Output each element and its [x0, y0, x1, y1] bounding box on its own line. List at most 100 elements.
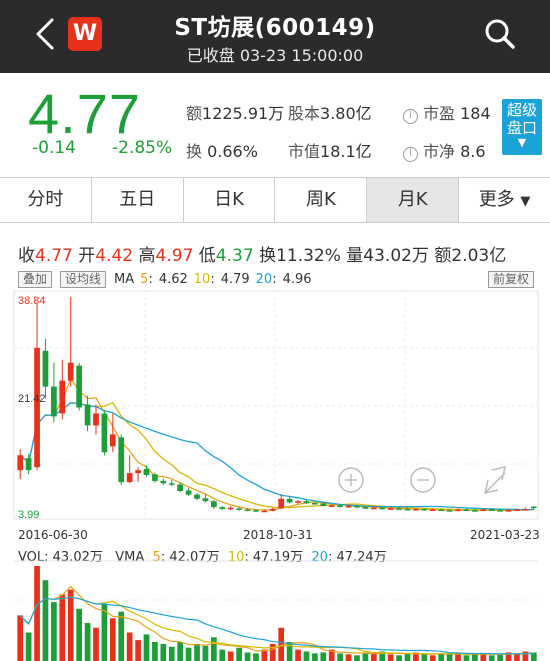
- tab-daily-k[interactable]: 日K: [184, 178, 276, 222]
- volume-bar: [76, 608, 83, 661]
- candle-body: [404, 508, 411, 511]
- volume-bar: [345, 654, 352, 661]
- candle-body: [126, 473, 133, 483]
- candle-body: [160, 480, 167, 484]
- candle-body: [312, 502, 318, 505]
- adjust-mode-button[interactable]: 前复权: [488, 271, 535, 288]
- candle: [227, 505, 234, 511]
- candle-body: [530, 506, 537, 509]
- volume-bar: [84, 623, 91, 661]
- volume-bar: [463, 655, 470, 661]
- candle-body: [429, 509, 436, 512]
- volume-bar: [244, 652, 251, 661]
- volume-bar: [118, 611, 125, 661]
- volume-bar: [471, 654, 478, 661]
- candle: [118, 434, 125, 486]
- candle-body: [185, 490, 192, 495]
- volume-bar: [126, 632, 133, 661]
- y-min-label: 3.99: [18, 509, 39, 521]
- candle-body: [84, 404, 91, 426]
- volume-bar: [320, 652, 327, 661]
- volume-bar: [387, 654, 394, 661]
- candle-body: [67, 362, 74, 381]
- pb-stat[interactable]: i 市净 8.6: [403, 138, 486, 162]
- candle-body: [379, 507, 386, 510]
- info-icon: i: [403, 109, 418, 124]
- candle-body: [34, 347, 40, 468]
- zoom-out-icon[interactable]: [410, 467, 436, 493]
- candle: [42, 338, 49, 399]
- candle-body: [488, 509, 495, 512]
- volume-bar: [438, 653, 445, 661]
- volume-bar: [42, 580, 49, 661]
- candle-body: [93, 413, 99, 426]
- y-max-label: 38.84: [18, 295, 46, 307]
- volume-bar: [303, 651, 310, 661]
- volume-bar: [168, 646, 175, 661]
- candle: [67, 297, 74, 387]
- candle: [101, 410, 108, 456]
- volume-bar: [34, 566, 40, 661]
- candlestick-chart[interactable]: 38.84 21.42 3.99: [0, 290, 550, 525]
- search-icon[interactable]: [482, 16, 518, 52]
- volume-bar: [286, 642, 293, 661]
- candle-body: [261, 510, 268, 513]
- tab-intraday[interactable]: 分时: [0, 178, 92, 222]
- candle-body: [396, 508, 402, 510]
- candle: [168, 479, 175, 487]
- volume-bar: [337, 653, 344, 661]
- candle-body: [101, 413, 108, 453]
- tab-weekly-k[interactable]: 周K: [275, 178, 368, 222]
- period-tabs: 分时 五日 日K 周K 月K 更多 ▼: [0, 177, 550, 223]
- pe-stat[interactable]: i 市盈 184: [403, 100, 491, 124]
- volume-chart[interactable]: [0, 560, 550, 661]
- super-order-book-button[interactable]: 超级 盘口 ▼: [502, 99, 542, 155]
- set-ma-button[interactable]: 设均线: [60, 270, 107, 288]
- volume-bar: [497, 654, 503, 661]
- zoom-in-icon[interactable]: [338, 467, 364, 493]
- candle-body: [463, 509, 470, 512]
- volume-bar: [143, 634, 150, 661]
- candle-body: [152, 474, 158, 481]
- volume-bar: [25, 632, 32, 661]
- volume-bar: [93, 627, 99, 661]
- candle-body: [227, 507, 234, 510]
- volume-bar: [67, 589, 74, 661]
- volume-bar: [295, 649, 301, 661]
- candle: [286, 497, 293, 504]
- volume-bar: [269, 643, 276, 661]
- candle-body: [194, 494, 200, 499]
- candle-body: [244, 509, 251, 512]
- volume-bar: [210, 637, 217, 661]
- candle-body: [328, 505, 335, 507]
- ohlc-summary: 收4.77 开4.42 高4.97 低4.37 换11.32% 量43.02万 …: [18, 246, 507, 266]
- expand-icon[interactable]: [483, 465, 507, 495]
- ma-legend: 叠加 设均线 MA 5:4.62 10:4.79 20:4.96: [18, 270, 318, 288]
- candle-body: [522, 508, 529, 511]
- volume-bar: [135, 640, 141, 661]
- market-cap-stat: 市值18.1亿: [288, 142, 372, 161]
- candle: [185, 488, 192, 496]
- candle-body: [370, 507, 377, 510]
- candle-body: [210, 501, 217, 508]
- overlay-button[interactable]: 叠加: [18, 270, 53, 288]
- candle-body: [345, 505, 352, 508]
- caret-down-icon: ▼: [520, 194, 531, 209]
- tab-monthly-k[interactable]: 月K: [367, 178, 460, 222]
- amount-stat: 额1225.91万: [186, 104, 285, 123]
- tab-five-day[interactable]: 五日: [92, 178, 184, 222]
- tab-more[interactable]: 更多 ▼: [459, 178, 550, 222]
- chart-frame: [13, 290, 539, 520]
- candle: [51, 362, 57, 423]
- candle-body: [387, 508, 394, 510]
- share-capital-stat: 股本3.80亿: [288, 104, 372, 123]
- candle-body: [497, 510, 503, 512]
- candle: [522, 507, 529, 511]
- candle-body: [455, 509, 461, 512]
- top-bar: W ST坊展(600149) 已收盘 03-23 15:00:00: [0, 0, 550, 73]
- x-label-end: 2021-03-23: [470, 528, 540, 542]
- candle-body: [278, 498, 285, 509]
- candle-body: [303, 501, 310, 503]
- candle: [59, 359, 66, 420]
- candle: [126, 455, 133, 484]
